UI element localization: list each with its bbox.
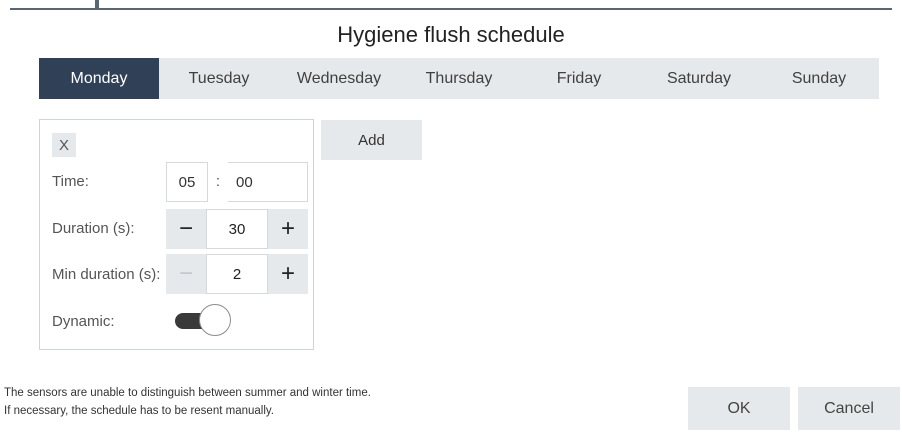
duration-decrement-button[interactable]: − — [166, 209, 206, 249]
min-duration-increment-button[interactable]: + — [268, 254, 308, 294]
tab-sunday[interactable]: Sunday — [759, 58, 879, 99]
dynamic-label: Dynamic: — [52, 313, 115, 330]
min-duration-decrement-button[interactable]: − — [166, 254, 206, 294]
weekday-tabs: Monday Tuesday Wednesday Thursday Friday… — [39, 58, 879, 99]
time-hour-input[interactable]: 05 — [166, 162, 208, 202]
time-separator: : — [215, 173, 221, 190]
min-duration-stepper: − 2 + — [166, 254, 308, 294]
remove-entry-button[interactable]: X — [52, 133, 76, 157]
timezone-note-line-1: The sensors are unable to distinguish be… — [4, 387, 371, 399]
tab-tuesday[interactable]: Tuesday — [159, 58, 279, 99]
tab-monday[interactable]: Monday — [39, 58, 159, 99]
window-top-border — [0, 0, 902, 10]
min-duration-input[interactable]: 2 — [206, 254, 268, 294]
duration-label: Duration (s): — [52, 220, 135, 237]
min-duration-label: Min duration (s): — [52, 266, 161, 283]
time-minute-input[interactable]: 00 — [228, 162, 308, 202]
top-divider — [10, 8, 892, 10]
dialog-title: Hygiene flush schedule — [337, 22, 565, 47]
dynamic-toggle[interactable] — [175, 304, 233, 338]
schedule-entry-card: X Time: 05 : 00 Duration (s): − 30 + Min… — [39, 119, 314, 350]
cancel-button[interactable]: Cancel — [798, 387, 900, 430]
duration-stepper: − 30 + — [166, 209, 308, 249]
tab-friday[interactable]: Friday — [519, 58, 639, 99]
duration-increment-button[interactable]: + — [268, 209, 308, 249]
top-divider-notch — [95, 0, 99, 10]
add-entry-button[interactable]: Add — [321, 120, 422, 160]
tab-wednesday[interactable]: Wednesday — [279, 58, 399, 99]
time-label: Time: — [52, 173, 89, 190]
tab-thursday[interactable]: Thursday — [399, 58, 519, 99]
ok-button[interactable]: OK — [688, 387, 790, 430]
toggle-knob — [199, 304, 231, 336]
duration-input[interactable]: 30 — [206, 209, 268, 249]
timezone-note-line-2: If necessary, the schedule has to be res… — [4, 405, 274, 417]
tab-saturday[interactable]: Saturday — [639, 58, 759, 99]
